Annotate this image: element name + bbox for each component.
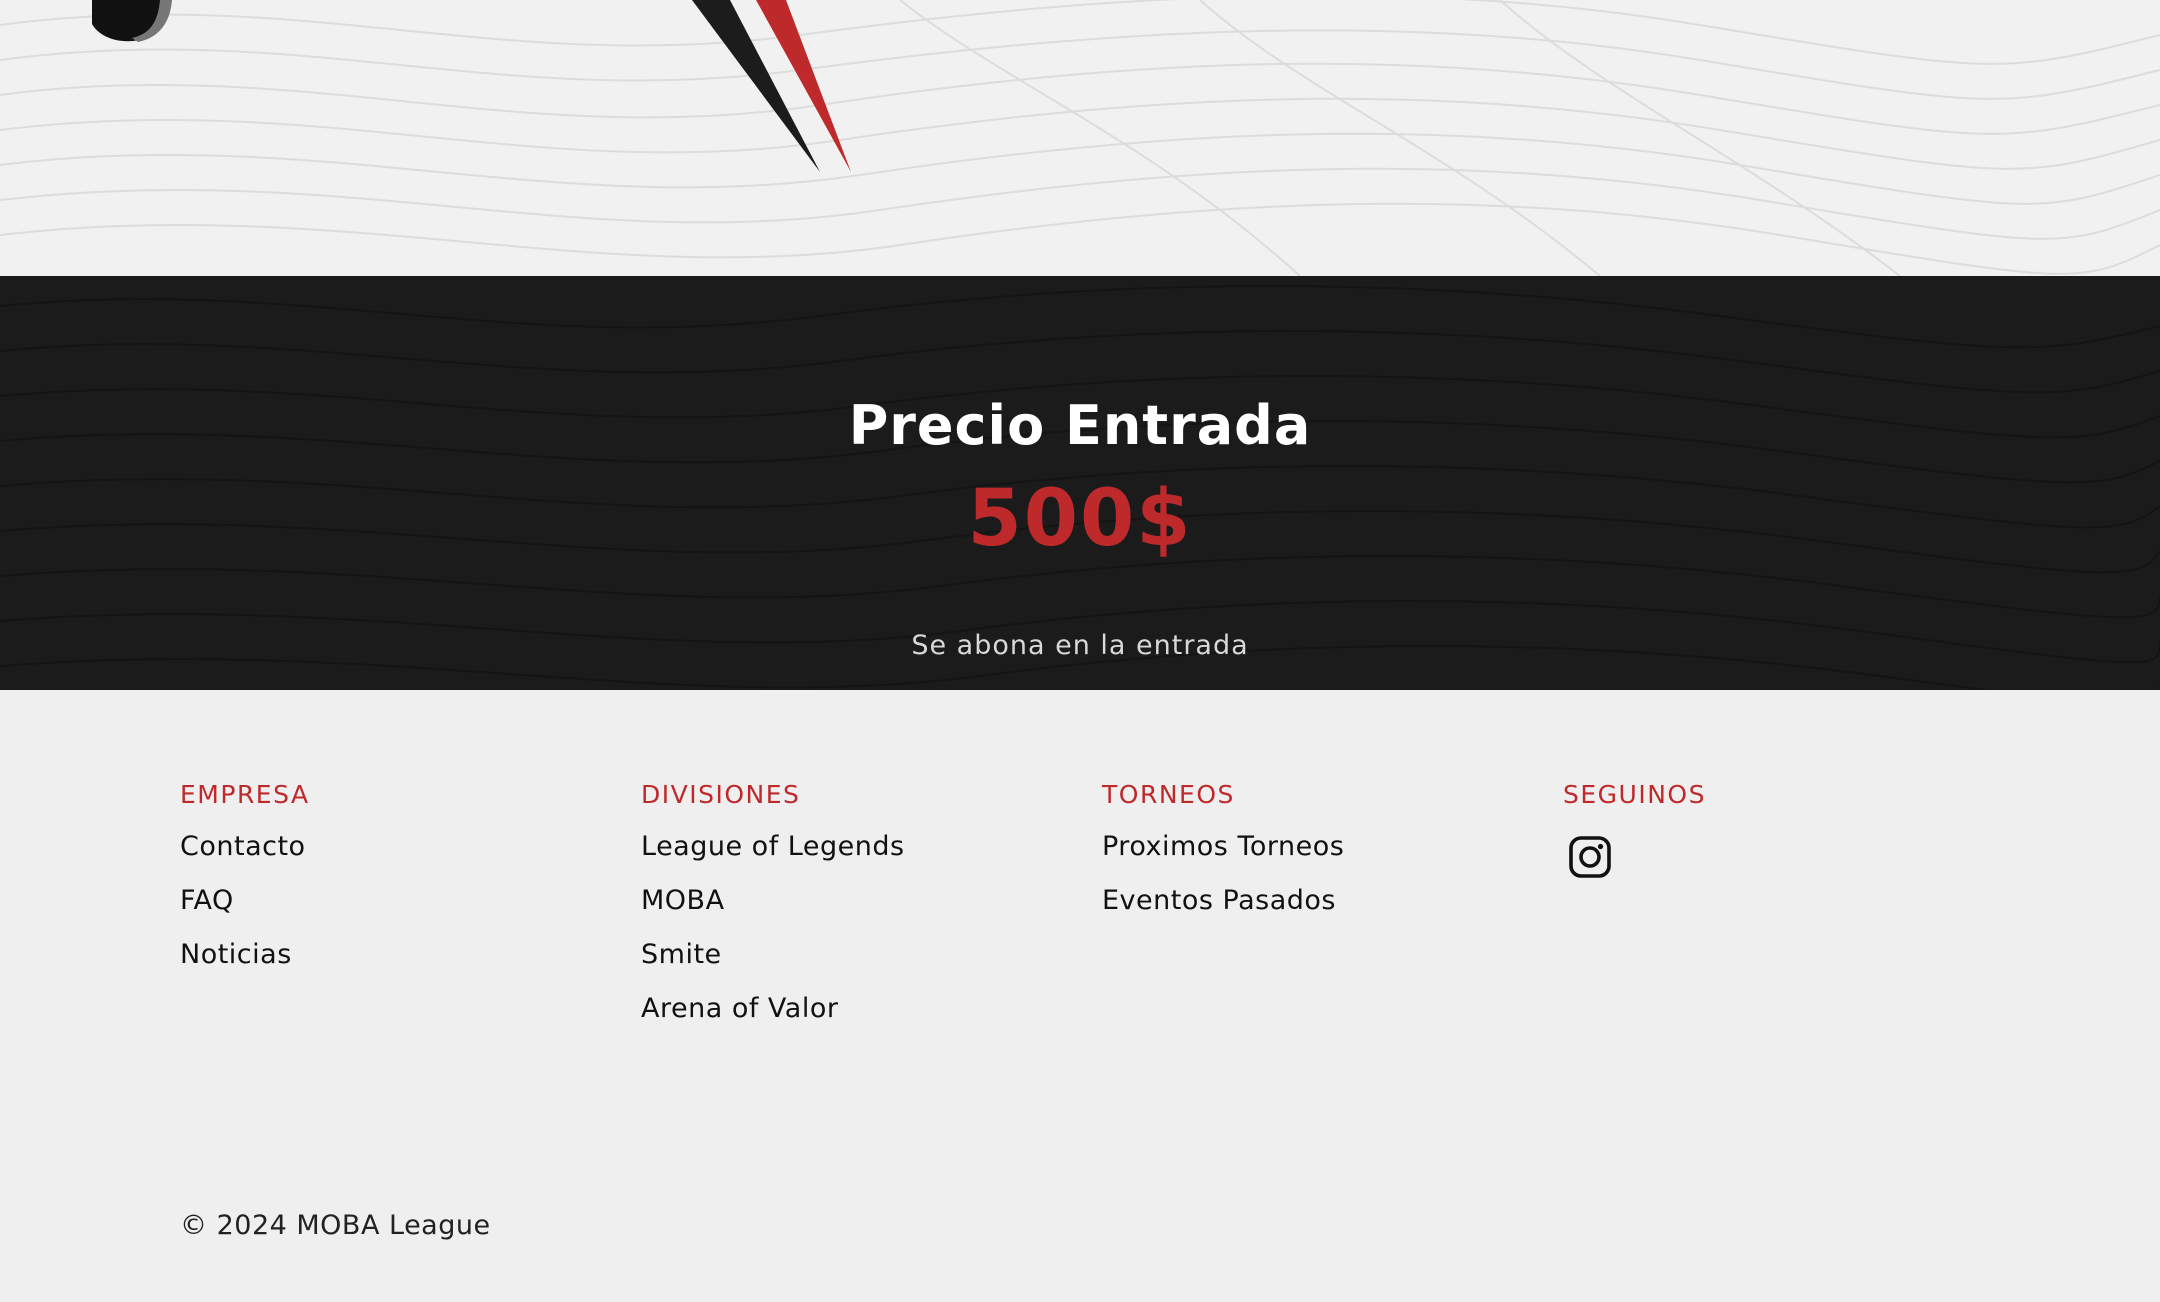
footer-column-divisiones: DIVISIONES League of Legends MOBA Smite … xyxy=(641,780,905,1048)
footer-column-seguinos: SEGUINOS xyxy=(1563,780,1706,884)
site-footer: EMPRESA Contacto FAQ Noticias DIVISIONES… xyxy=(0,690,2160,1302)
footer-column-title: EMPRESA xyxy=(180,780,310,809)
footer-column-torneos: TORNEOS Proximos Torneos Eventos Pasados xyxy=(1102,780,1344,940)
footer-link-league-of-legends[interactable]: League of Legends xyxy=(641,832,905,886)
footer-column-title: TORNEOS xyxy=(1102,780,1235,809)
price-title: Precio Entrada xyxy=(848,394,1312,457)
copyright-text: © 2024 MOBA League xyxy=(180,1210,491,1241)
price-note: Se abona en la entrada xyxy=(911,630,1249,661)
footer-column-title: SEGUINOS xyxy=(1563,780,1706,809)
red-black-blade-graphic xyxy=(692,0,851,172)
footer-link-noticias[interactable]: Noticias xyxy=(180,940,310,994)
footer-link-proximos-torneos[interactable]: Proximos Torneos xyxy=(1102,832,1344,886)
footer-link-arena-of-valor[interactable]: Arena of Valor xyxy=(641,994,905,1048)
price-value: 500$ xyxy=(967,474,1193,564)
footer-link-eventos-pasados[interactable]: Eventos Pasados xyxy=(1102,886,1344,940)
footer-column-empresa: EMPRESA Contacto FAQ Noticias xyxy=(180,780,310,994)
hero-strip xyxy=(0,0,2160,276)
footer-link-moba[interactable]: MOBA xyxy=(641,886,905,940)
footer-link-contacto[interactable]: Contacto xyxy=(180,832,310,886)
price-section: Precio Entrada 500$ Se abona en la entra… xyxy=(0,276,2160,690)
black-brush-shape xyxy=(92,0,172,42)
footer-link-smite[interactable]: Smite xyxy=(641,940,905,994)
instagram-icon[interactable] xyxy=(1567,834,1613,880)
topographic-pattern xyxy=(0,0,2160,276)
footer-column-title: DIVISIONES xyxy=(641,780,801,809)
footer-link-faq[interactable]: FAQ xyxy=(180,886,310,940)
